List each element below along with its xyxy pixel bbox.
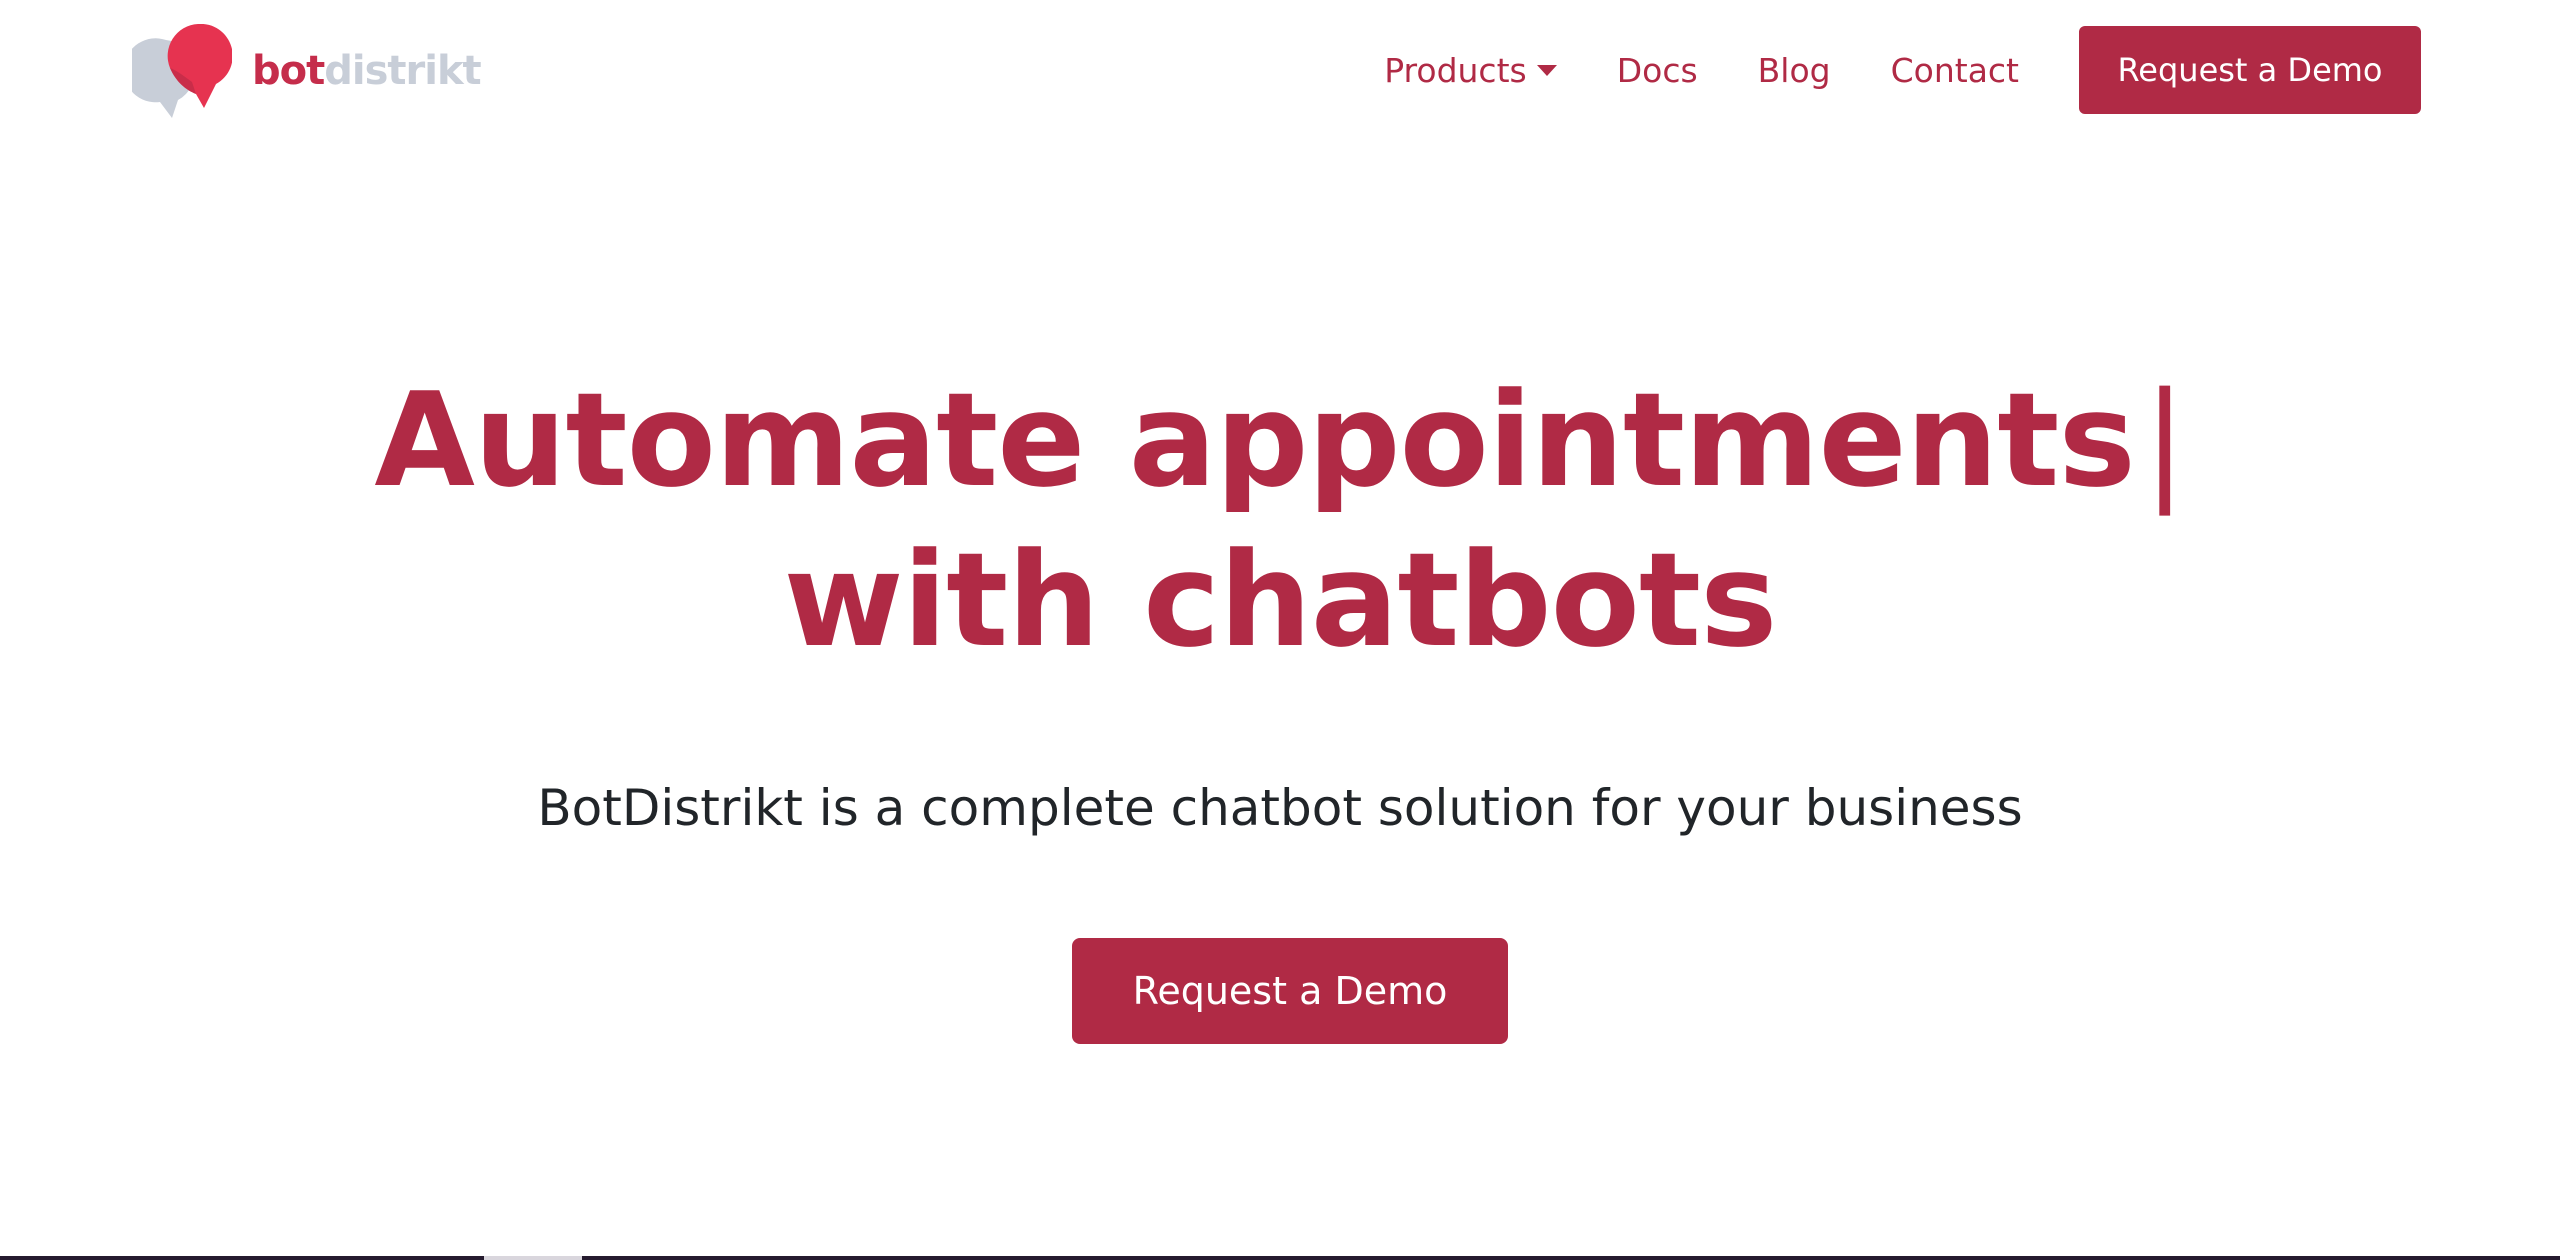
hero-subtitle: BotDistrikt is a complete chatbot soluti… (537, 779, 2023, 837)
brand-wordmark: botdistrikt (252, 48, 482, 94)
brand-wordmark-distrikt: distrikt (324, 48, 481, 94)
nav-request-demo-button[interactable]: Request a Demo (2079, 26, 2421, 114)
hero-title: Automate appointments| with chatbots (0, 360, 2560, 680)
nav-products-dropdown[interactable]: Products (1384, 51, 1557, 90)
hero-section: Automate appointments| with chatbots Bot… (0, 142, 2560, 1242)
next-section-highlight (484, 1256, 582, 1260)
hero-title-line-1: Automate appointments| (0, 360, 2560, 520)
nav-products-label: Products (1384, 50, 1527, 90)
hero-request-demo-button[interactable]: Request a Demo (1072, 938, 1508, 1044)
typing-cursor: | (2142, 364, 2187, 516)
navbar: botdistrikt Products Docs Blog Contact R… (0, 0, 2560, 142)
nav-blog-link[interactable]: Blog (1758, 51, 1831, 90)
nav-docs-link[interactable]: Docs (1617, 51, 1698, 90)
landing-page: botdistrikt Products Docs Blog Contact R… (0, 0, 2560, 1260)
hero-title-line-2: with chatbots (783, 524, 1778, 676)
chat-bubbles-logo-icon (132, 24, 232, 118)
next-section-edge (0, 1256, 2560, 1260)
nav-contact-link[interactable]: Contact (1891, 51, 2019, 90)
brand-wordmark-bot: bot (252, 48, 325, 94)
caret-down-icon (1536, 64, 1557, 76)
brand-logo[interactable]: botdistrikt (132, 24, 482, 118)
main-nav: Products Docs Blog Contact Request a Dem… (1384, 26, 2421, 114)
hero-title-typed-text: Automate appointments (374, 364, 2135, 516)
